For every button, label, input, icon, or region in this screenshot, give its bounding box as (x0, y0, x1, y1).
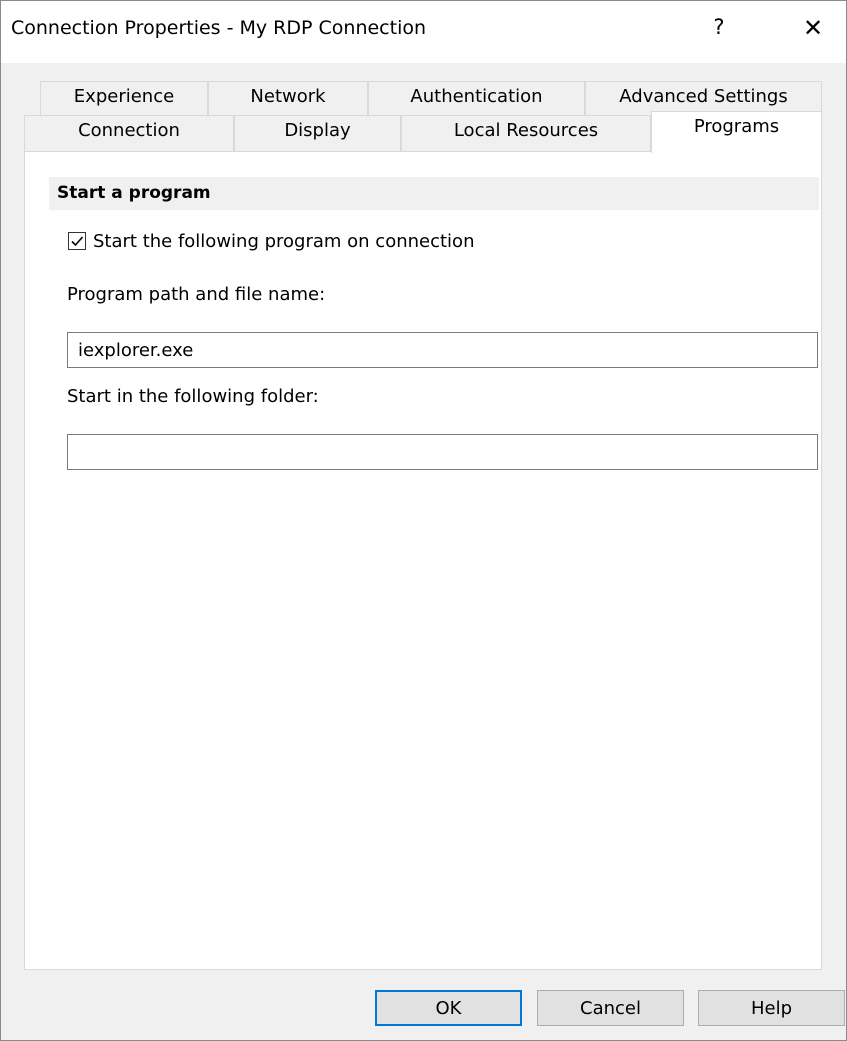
tab-label: Local Resources (453, 120, 599, 141)
start-program-checkbox[interactable] (68, 232, 86, 250)
checkmark-icon (71, 236, 84, 247)
start-folder-input[interactable] (67, 434, 818, 470)
help-button[interactable]: Help (698, 990, 845, 1026)
tab-display[interactable]: Display (234, 115, 401, 151)
start-program-checkbox-label[interactable]: Start the following program on connectio… (93, 231, 474, 252)
tab-label: Programs (693, 116, 780, 137)
program-path-input[interactable] (67, 332, 818, 368)
cancel-button[interactable]: Cancel (537, 990, 684, 1026)
program-path-label: Program path and file name: (67, 284, 326, 305)
help-icon[interactable]: ? (707, 15, 731, 39)
tab-connection[interactable]: Connection (24, 115, 234, 151)
tab-label: Display (284, 120, 351, 141)
programs-tab-panel: Start a program Start the following prog… (24, 151, 822, 970)
start-folder-label: Start in the following folder: (67, 386, 319, 407)
ok-button[interactable]: OK (375, 990, 522, 1026)
tab-label: Experience (73, 86, 175, 107)
section-title: Start a program (57, 183, 211, 203)
tab-advanced-settings[interactable]: Advanced Settings (585, 81, 822, 115)
tab-label: Connection (78, 120, 180, 141)
section-header: Start a program (49, 177, 819, 210)
title-bar[interactable]: Connection Properties - My RDP Connectio… (1, 1, 846, 63)
tab-programs[interactable]: Programs (651, 111, 822, 153)
tab-authentication[interactable]: Authentication (368, 81, 585, 115)
tab-local-resources[interactable]: Local Resources (401, 115, 651, 151)
tab-experience[interactable]: Experience (40, 81, 208, 115)
window-title: Connection Properties - My RDP Connectio… (11, 17, 427, 39)
close-icon[interactable]: ✕ (799, 14, 827, 42)
tab-network[interactable]: Network (208, 81, 368, 115)
tab-label: Network (250, 86, 326, 107)
tab-label: Authentication (410, 86, 543, 107)
tab-label: Advanced Settings (619, 86, 788, 107)
dialog-window: Connection Properties - My RDP Connectio… (0, 0, 847, 1041)
